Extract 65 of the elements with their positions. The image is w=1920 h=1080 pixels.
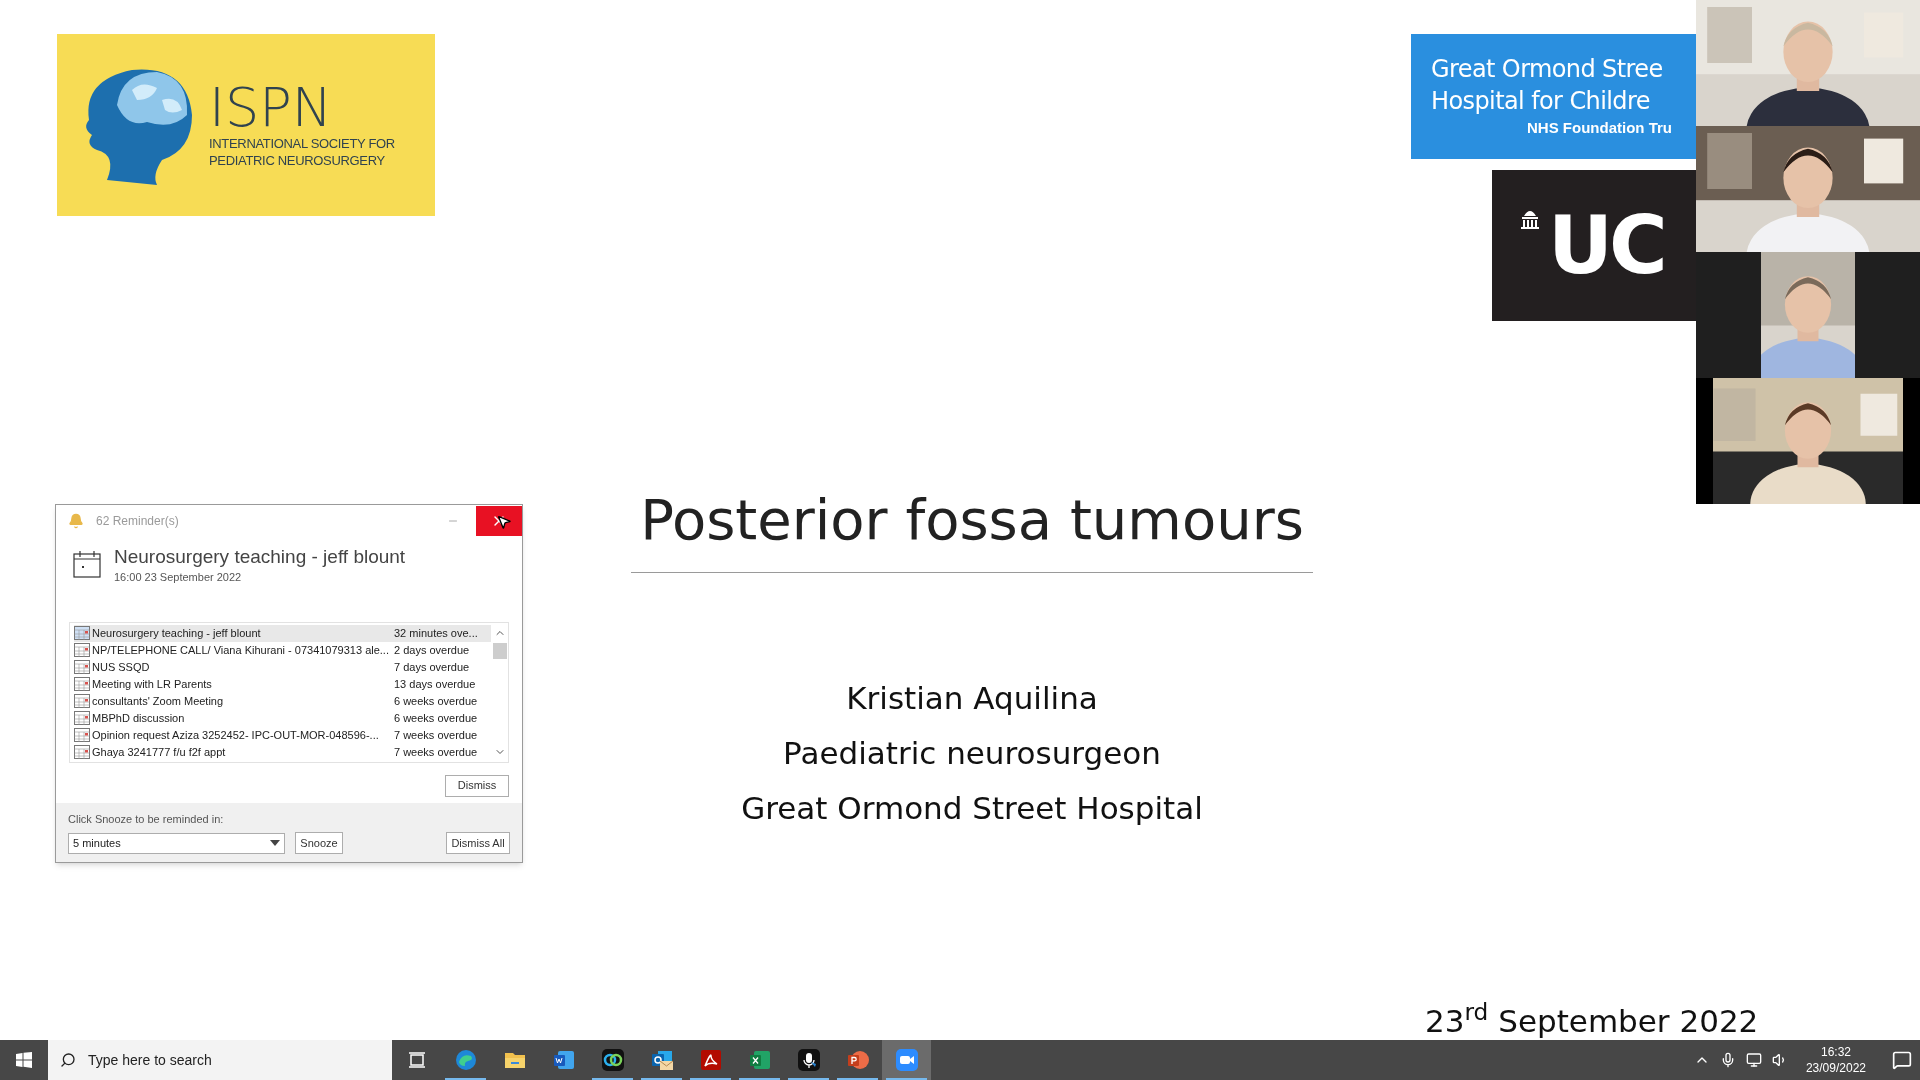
snooze-button[interactable]: Snooze <box>295 832 343 854</box>
pdf-app-icon <box>698 1048 723 1072</box>
scroll-thumb[interactable] <box>492 642 507 659</box>
logo-text: Great Ormond Stree <box>1431 54 1664 86</box>
presenter-text: Paediatric neurosurgeon <box>783 735 1161 772</box>
windows-logo-icon <box>16 1052 32 1068</box>
reminder-due: 6 weeks overdue <box>394 693 478 709</box>
reminder-due: 13 days overdue <box>394 676 476 692</box>
reminder-subject: NUS SSQD <box>92 659 151 675</box>
logo-tagline: INTERNATIONAL SOCIETY FOR <box>209 135 395 152</box>
window-title: 62 Reminder(s) <box>96 513 179 530</box>
close-button[interactable] <box>476 506 522 536</box>
reminder-due: 7 days overdue <box>394 659 470 675</box>
logo-text: Hospital for Childre <box>1431 86 1651 118</box>
task-view-icon <box>406 1050 427 1070</box>
logo-subtext: NHS Foundation Tru <box>1527 118 1672 139</box>
microphone-app-icon <box>796 1048 821 1072</box>
clock[interactable]: 16:32 23/09/2022 <box>1797 1044 1874 1076</box>
slide-date: 23$^{rd}$ September 2022 <box>1425 1003 1759 1039</box>
notification-icon[interactable] <box>1892 1050 1912 1070</box>
reminder-subject: Ghaya 3241777 f/u f2f appt <box>92 744 227 760</box>
logo-tagline: PEDIATRIC NEUROSURGERY <box>209 152 386 169</box>
presenter-text: Kristian Aquilina <box>846 680 1098 717</box>
search-icon <box>60 1052 76 1068</box>
reminder-subject: NP/TELEPHONE CALL/ Viana Kihurani - 07341079313 ale... <box>92 642 390 658</box>
meeting-app-icon <box>600 1048 625 1072</box>
dismiss-button[interactable]: Dismiss <box>445 774 509 797</box>
mouse-pointer-icon <box>496 514 512 530</box>
calendar-item-icon <box>74 728 90 742</box>
spreadsheet-app-icon <box>747 1048 772 1072</box>
video-camera-app-icon <box>894 1048 919 1072</box>
snooze-label: Click Snooze to be reminded in: <box>68 811 225 827</box>
dropdown-caret-icon <box>270 840 280 846</box>
calendar-item-icon <box>74 677 90 691</box>
presenter-text: Great Ormond Street Hospital <box>741 790 1203 827</box>
reminder-due: 2 days overdue <box>394 642 470 658</box>
calendar-icon <box>72 549 102 579</box>
logo-acronym: ISPN <box>209 81 334 135</box>
reminder-due: 7 weeks overdue <box>394 744 478 760</box>
calendar-item-icon <box>74 643 90 657</box>
reminder-due: 6 weeks overdue <box>394 710 478 726</box>
presentation-app-icon <box>845 1048 870 1072</box>
reminder-time: 16:00 23 September 2022 <box>114 570 243 585</box>
dismiss-all-button[interactable]: Dismiss All <box>446 832 510 854</box>
reminder-row[interactable]: Neurosurgery teaching - jeff blount 32 minutes ove... <box>74 624 491 642</box>
logo-text: UC <box>1548 205 1664 286</box>
reminder-subject: Meeting with LR Parents <box>92 676 213 692</box>
reminder-subject: MBPhD discussion <box>92 710 186 726</box>
snooze-dropdown[interactable]: 5 minutes <box>68 832 285 854</box>
calendar-item-icon <box>74 660 90 674</box>
search-field[interactable]: Type here to search <box>48 1040 392 1080</box>
document-app-icon <box>551 1048 576 1072</box>
reminder-subject: Neurosurgery teaching - jeff blount <box>92 625 262 641</box>
reminder-heading: Neurosurgery teaching - jeff blount <box>114 545 406 569</box>
calendar-item-icon <box>74 626 90 640</box>
mail-app-icon <box>649 1048 674 1072</box>
reminder-due: 32 minutes ove... <box>394 625 478 641</box>
calendar-item-icon <box>74 711 90 725</box>
bell-icon <box>68 513 84 529</box>
calendar-item-icon <box>74 745 90 759</box>
calendar-item-icon <box>74 694 90 708</box>
slide-title: Posterior fossa tumours <box>640 486 1304 554</box>
reminder-subject: consultants' Zoom Meeting <box>92 693 225 709</box>
reminder-subject: Opinion request Aziza 3252452- IPC-OUT-MOR-048596-... <box>92 727 380 743</box>
reminder-due: 7 weeks overdue <box>394 727 478 743</box>
